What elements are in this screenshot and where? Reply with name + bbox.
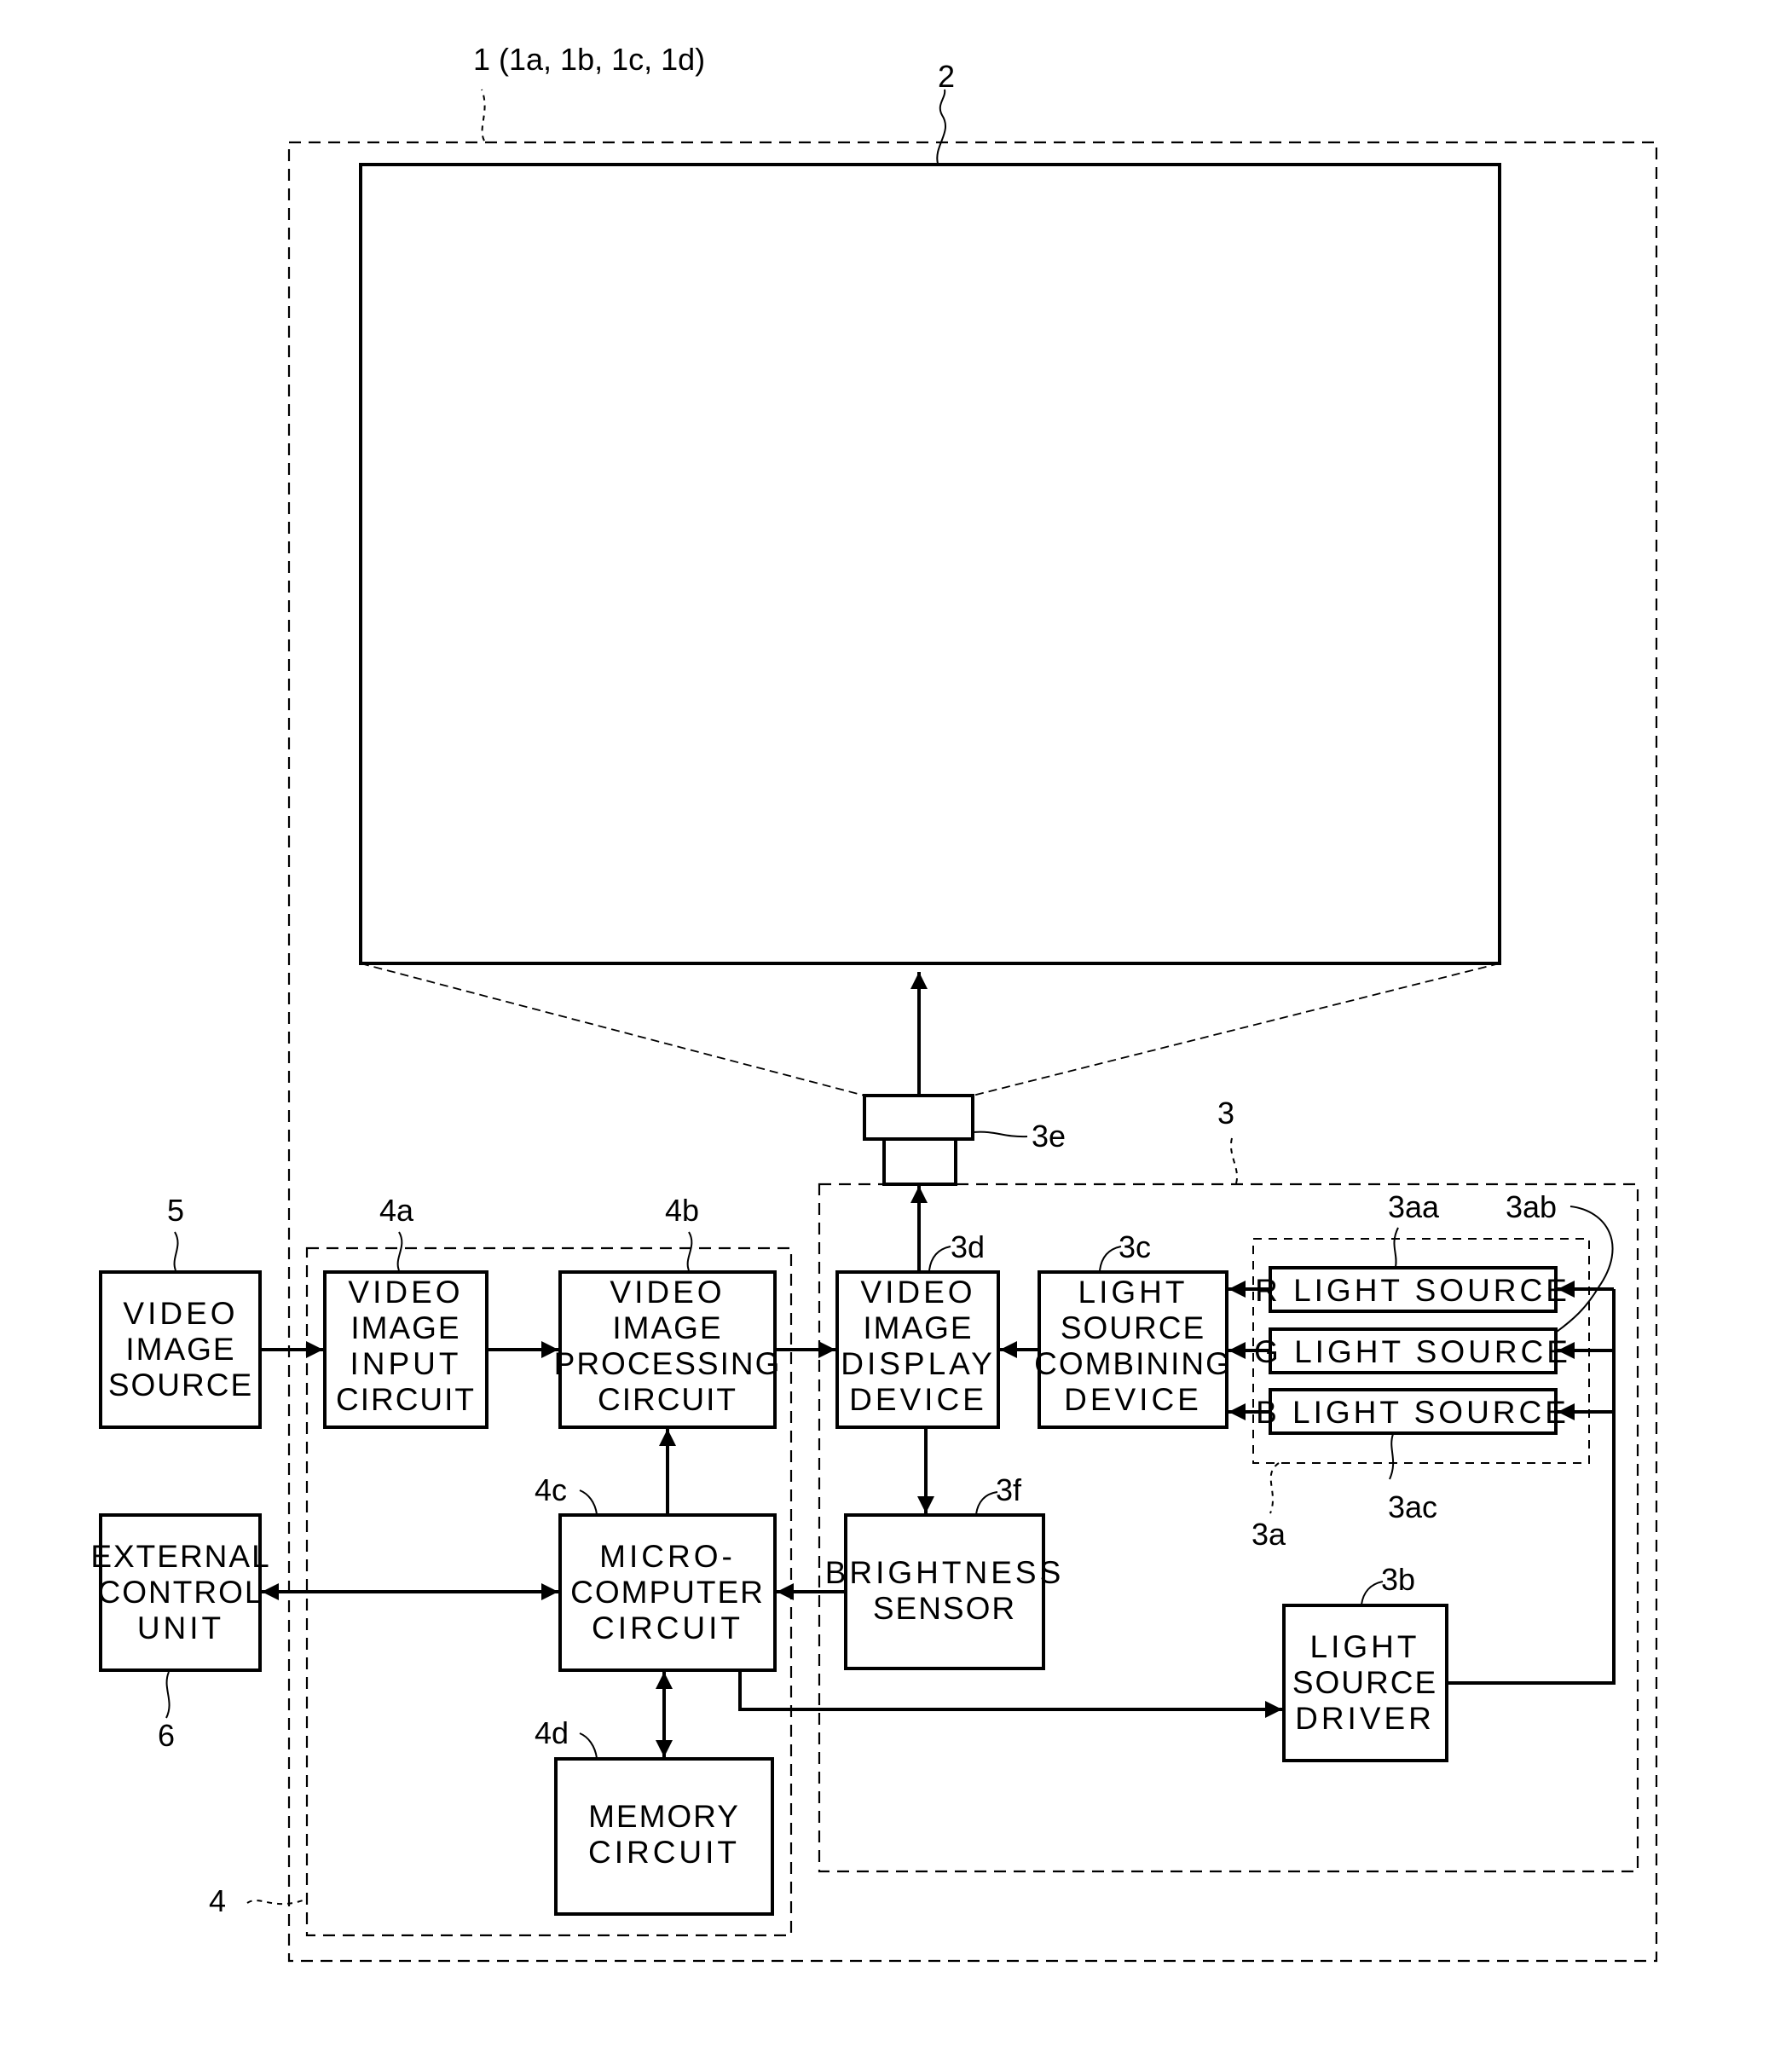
block-label-line: UNIT: [137, 1611, 224, 1645]
block-label-line: SOURCE: [1061, 1310, 1205, 1345]
leader-3ac: [1389, 1433, 1395, 1480]
ref-label-1: 1 (1a, 1b, 1c, 1d): [473, 42, 705, 77]
block-label-line: SOURCE: [108, 1368, 253, 1402]
b-light-source-block: B LIGHT SOURCE: [1256, 1388, 1569, 1435]
leader-3ab: [1556, 1206, 1614, 1333]
projection-ray-right: [972, 963, 1500, 1096]
ref-label-3f: 3f: [996, 1472, 1022, 1507]
brightness-sensor-block: BRIGHTNESS SENSOR: [825, 1513, 1065, 1670]
ref-label-3d: 3d: [951, 1229, 985, 1264]
block-label-line: INPUT: [350, 1346, 462, 1381]
block-label-line: VIDEO: [860, 1275, 975, 1310]
leader-4: [246, 1899, 306, 1906]
ref-label-3: 3: [1217, 1096, 1234, 1131]
external-control-unit-block: EXTERNAL CONTROL UNIT: [90, 1513, 270, 1672]
block-label-line: CIRCUIT: [336, 1382, 476, 1417]
block-label-line: PROCESSING: [554, 1346, 782, 1381]
microcomputer-circuit-block: MICRO- COMPUTER CIRCUIT: [558, 1513, 777, 1672]
ref-label-3ac: 3ac: [1388, 1489, 1437, 1524]
block-label-line: MICRO-: [599, 1539, 736, 1574]
ref-label-4c: 4c: [535, 1472, 567, 1507]
ref-label-4d: 4d: [535, 1715, 569, 1750]
block-label-line: COMPUTER: [570, 1575, 765, 1610]
block-label-line: VIDEO: [348, 1275, 463, 1310]
r-light-source-block: R LIGHT SOURCE: [1255, 1266, 1570, 1313]
projection-screen: [359, 163, 1501, 965]
leader-4c: [579, 1489, 598, 1515]
leader-3f: [975, 1491, 998, 1515]
leader-4b: [686, 1231, 693, 1271]
block-label-line: R LIGHT SOURCE: [1255, 1273, 1570, 1308]
g-light-source-block: G LIGHT SOURCE: [1254, 1327, 1571, 1374]
block-label-line: DEVICE: [849, 1382, 987, 1417]
ref-label-6: 6: [158, 1718, 175, 1753]
leader-3d: [928, 1246, 951, 1271]
block-label-line: VIDEO: [610, 1275, 725, 1310]
block-label-line: G LIGHT SOURCE: [1254, 1334, 1571, 1369]
projection-lens-upper: [863, 1094, 974, 1141]
projection-ray-left: [360, 963, 865, 1096]
block-label-line: VIDEO: [123, 1296, 238, 1331]
ref-label-3b: 3b: [1381, 1562, 1415, 1597]
leader-3e: [972, 1131, 1028, 1138]
ref-label-3aa: 3aa: [1388, 1189, 1440, 1224]
block-label-line: IMAGE: [863, 1310, 973, 1345]
leader-1: [481, 89, 486, 142]
block-label-line: BRIGHTNESS: [825, 1555, 1065, 1590]
ref-label-4: 4: [209, 1883, 226, 1918]
leader-5: [173, 1231, 179, 1271]
block-label-line: IMAGE: [612, 1310, 722, 1345]
block-label-line: DEVICE: [1064, 1382, 1202, 1417]
block-label-line: CIRCUIT: [588, 1835, 740, 1870]
block-label-line: SOURCE: [1292, 1665, 1437, 1700]
block-label-line: LIGHT: [1310, 1629, 1420, 1664]
block-label-line: DRIVER: [1295, 1701, 1435, 1736]
memory-circuit-block: MEMORY CIRCUIT: [554, 1757, 774, 1916]
block-label-line: CIRCUIT: [592, 1611, 743, 1645]
ref-label-3e: 3e: [1032, 1119, 1066, 1154]
video-image-display-device-block: VIDEO IMAGE DISPLAY DEVICE: [835, 1270, 1000, 1429]
block-diagram: 1 (1a, 1b, 1c, 1d) 2 3e 3 4 3a VIDEO IMA…: [90, 42, 1658, 1963]
block-label-line: B LIGHT SOURCE: [1256, 1395, 1569, 1430]
video-image-processing-circuit-block: VIDEO IMAGE PROCESSING CIRCUIT: [554, 1270, 782, 1429]
projection-lens-lower: [882, 1137, 957, 1186]
block-label-line: SENSOR: [873, 1591, 1016, 1626]
leader-3b: [1361, 1581, 1384, 1605]
video-image-source-block: VIDEO IMAGE SOURCE: [99, 1270, 262, 1429]
block-label-line: MEMORY: [588, 1799, 740, 1834]
leader-6: [165, 1671, 171, 1719]
block-label-line: LIGHT: [1078, 1275, 1188, 1310]
ref-label-4a: 4a: [379, 1193, 414, 1228]
ref-label-4b: 4b: [665, 1193, 699, 1228]
light-source-driver-block: LIGHT SOURCE DRIVER: [1282, 1604, 1448, 1762]
leader-4d: [579, 1732, 598, 1759]
leader-2: [936, 89, 947, 165]
ref-label-3c: 3c: [1119, 1229, 1151, 1264]
block-label-line: CONTROL: [98, 1575, 264, 1610]
video-image-input-circuit-block: VIDEO IMAGE INPUT CIRCUIT: [323, 1270, 488, 1429]
leader-4a: [396, 1231, 403, 1271]
ref-label-5: 5: [167, 1193, 184, 1228]
leader-3: [1229, 1137, 1239, 1184]
leader-3aa: [1393, 1227, 1399, 1268]
block-label-line: IMAGE: [350, 1310, 460, 1345]
leader-3a: [1269, 1462, 1280, 1514]
arrow-micro-to-driver: [738, 1670, 1282, 1718]
ref-label-3a: 3a: [1252, 1517, 1286, 1552]
block-label-line: COMBINING: [1034, 1346, 1232, 1381]
ref-label-3ab: 3ab: [1506, 1189, 1557, 1224]
block-label-line: DISPLAY: [841, 1346, 996, 1381]
block-label-line: EXTERNAL: [90, 1539, 270, 1574]
ref-label-2: 2: [938, 59, 955, 94]
block-label-line: IMAGE: [125, 1332, 235, 1367]
block-label-line: CIRCUIT: [598, 1382, 737, 1417]
light-source-combining-device-block: LIGHT SOURCE COMBINING DEVICE: [1034, 1270, 1232, 1429]
